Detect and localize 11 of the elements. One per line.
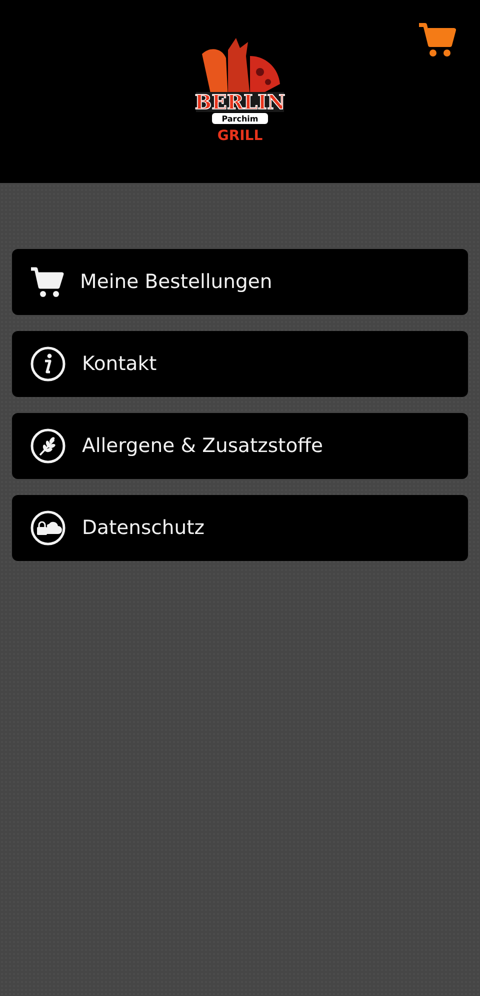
menu-item[interactable]: Datenschutz bbox=[12, 495, 468, 561]
cart-button[interactable] bbox=[418, 22, 456, 58]
logo-drawing: BERLIN Parchim GRILL bbox=[188, 34, 292, 150]
menu-item[interactable]: Meine Bestellungen bbox=[12, 249, 468, 315]
lock-cloud-icon bbox=[30, 510, 66, 546]
menu-item[interactable]: Kontakt bbox=[12, 331, 468, 397]
wheat-icon bbox=[30, 428, 66, 464]
menu-item[interactable]: Allergene & Zusatzstoffe bbox=[12, 413, 468, 479]
cart-icon bbox=[30, 266, 64, 298]
info-icon bbox=[30, 346, 66, 382]
cart-icon bbox=[418, 22, 456, 58]
